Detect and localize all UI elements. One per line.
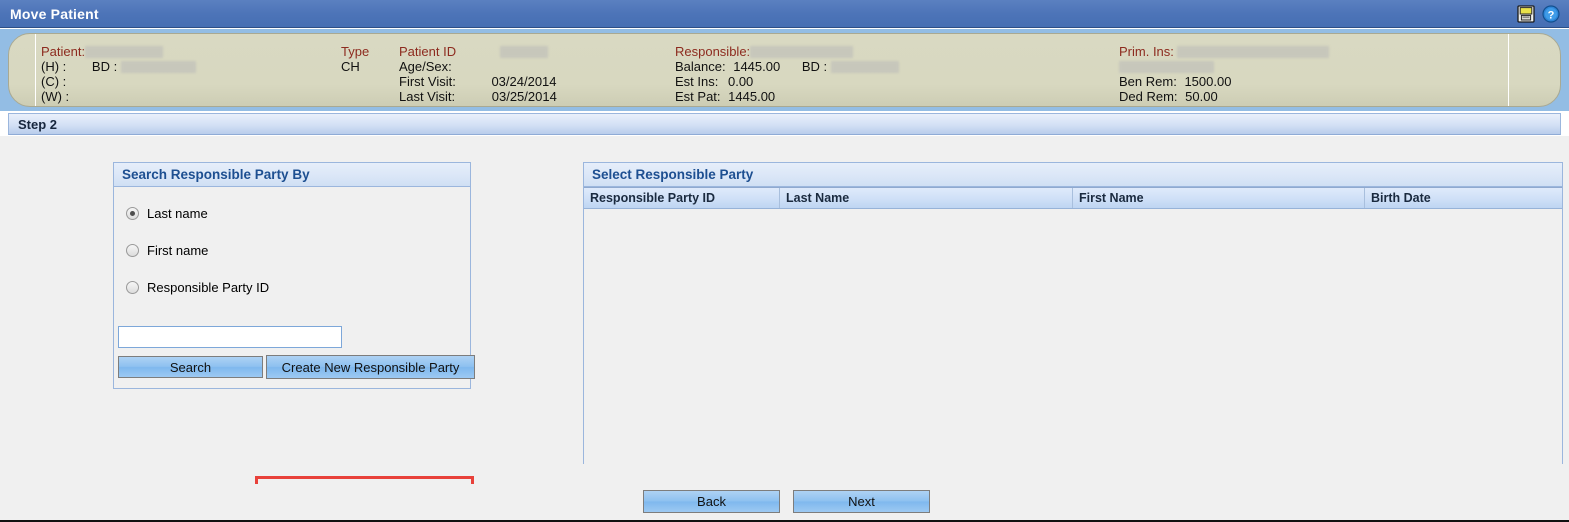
- work-phone-label: (W) :: [41, 89, 70, 104]
- last-visit-value: 03/25/2014: [491, 89, 557, 104]
- banner-column-responsible: Responsible: Balance: 1445.00 BD : Est I…: [675, 44, 900, 104]
- banner-column-type: Type CH: [341, 44, 369, 74]
- cell-phone-label: (C) :: [41, 74, 67, 89]
- results-panel-header: Select Responsible Party: [584, 163, 1562, 187]
- column-header-birth-date[interactable]: Birth Date: [1365, 188, 1562, 208]
- last-visit-label: Last Visit:: [399, 89, 456, 104]
- ben-rem-label: Ben Rem:: [1119, 74, 1177, 89]
- balance-value: 1445.00: [733, 59, 781, 74]
- radio-option-last-name[interactable]: Last name: [126, 204, 470, 222]
- prim-ins-redacted-2: [1119, 61, 1214, 73]
- patient-bd-redacted: [121, 61, 197, 73]
- create-new-responsible-party-button[interactable]: Create New Responsible Party: [266, 355, 475, 379]
- search-responsible-party-panel: Search Responsible Party By Last name Fi…: [113, 162, 475, 389]
- column-header-first-name[interactable]: First Name: [1073, 188, 1365, 208]
- patient-name-redacted: [85, 46, 164, 58]
- first-visit-label: First Visit:: [399, 74, 456, 89]
- banner-column-patient: Patient: (H) : BD : (C) : (W) :: [41, 44, 197, 104]
- type-label: Type: [341, 44, 370, 59]
- next-button[interactable]: Next: [793, 490, 930, 513]
- ded-rem-label: Ded Rem:: [1119, 89, 1178, 104]
- window-title: Move Patient: [10, 5, 99, 22]
- balance-label: Balance:: [675, 59, 726, 74]
- est-pat-label: Est Pat:: [675, 89, 721, 104]
- column-header-last-name[interactable]: Last Name: [780, 188, 1073, 208]
- responsible-bd-label: BD :: [801, 59, 828, 74]
- search-panel-title: Search Responsible Party By: [122, 167, 310, 182]
- step-bar: Step 2: [8, 113, 1561, 135]
- select-responsible-party-panel: Select Responsible Party Responsible Par…: [583, 162, 1563, 465]
- step-label: Step 2: [18, 116, 58, 132]
- search-button[interactable]: Search: [118, 356, 263, 378]
- search-panel-header: Search Responsible Party By: [114, 163, 470, 187]
- help-icon[interactable]: ?: [1542, 4, 1560, 23]
- ded-rem-value: 50.00: [1185, 89, 1218, 104]
- prim-ins-label: Prim. Ins:: [1119, 44, 1174, 59]
- radio-last-name-icon[interactable]: [126, 206, 139, 220]
- prim-ins-redacted-1: [1176, 46, 1329, 58]
- responsible-name-redacted: [750, 46, 854, 58]
- main-content-area: Search Responsible Party By Last name Fi…: [0, 136, 1569, 508]
- home-phone-label: (H) :: [41, 59, 67, 74]
- ben-rem-value: 1500.00: [1184, 74, 1232, 89]
- patient-label: Patient:: [41, 44, 86, 59]
- est-ins-value: 0.00: [727, 74, 754, 89]
- back-button[interactable]: Back: [643, 490, 780, 513]
- search-input[interactable]: [118, 326, 342, 348]
- patient-info-banner: Patient: (H) : BD : (C) : (W) : Type CH: [8, 33, 1561, 107]
- banner-column-patient-id: Patient ID Age/Sex: First Visit: 03/24/2…: [399, 44, 557, 104]
- radio-last-name-label: Last name: [147, 205, 208, 221]
- radio-option-first-name[interactable]: First name: [126, 241, 470, 259]
- responsible-bd-redacted: [831, 61, 900, 73]
- radio-option-responsible-party-id[interactable]: Responsible Party ID: [126, 278, 470, 296]
- first-visit-value: 03/24/2014: [491, 74, 557, 89]
- est-pat-value: 1445.00: [728, 89, 776, 104]
- results-panel-title: Select Responsible Party: [592, 167, 754, 182]
- column-header-responsible-party-id[interactable]: Responsible Party ID: [584, 188, 780, 208]
- window-title-bar: Move Patient ?: [0, 0, 1569, 28]
- banner-divider-1: [35, 34, 36, 106]
- est-ins-label: Est Ins:: [675, 74, 719, 89]
- patient-id-redacted: [500, 46, 549, 58]
- radio-responsible-party-id-label: Responsible Party ID: [147, 279, 270, 295]
- footer-bar: Back Next: [0, 484, 1569, 522]
- svg-text:?: ?: [1548, 9, 1555, 21]
- radio-first-name-icon[interactable]: [126, 243, 139, 257]
- title-bar-icon-group: ?: [1517, 4, 1560, 23]
- radio-first-name-label: First name: [147, 242, 209, 258]
- type-value: CH: [341, 59, 360, 74]
- responsible-label: Responsible:: [675, 44, 751, 59]
- banner-column-insurance: Prim. Ins: Ben Rem: 1500.00 Ded Rem: 50.…: [1119, 44, 1329, 104]
- banner-divider-2: [1508, 34, 1509, 106]
- results-table-header-row: Responsible Party ID Last Name First Nam…: [584, 187, 1562, 209]
- save-icon[interactable]: [1517, 4, 1535, 23]
- age-sex-label: Age/Sex:: [399, 59, 452, 74]
- radio-responsible-party-id-icon[interactable]: [126, 280, 139, 294]
- patient-id-label: Patient ID: [399, 44, 457, 59]
- patient-banner-area: Patient: (H) : BD : (C) : (W) : Type CH: [0, 29, 1569, 111]
- patient-bd-label: BD :: [91, 59, 118, 74]
- results-table-body: [584, 209, 1562, 465]
